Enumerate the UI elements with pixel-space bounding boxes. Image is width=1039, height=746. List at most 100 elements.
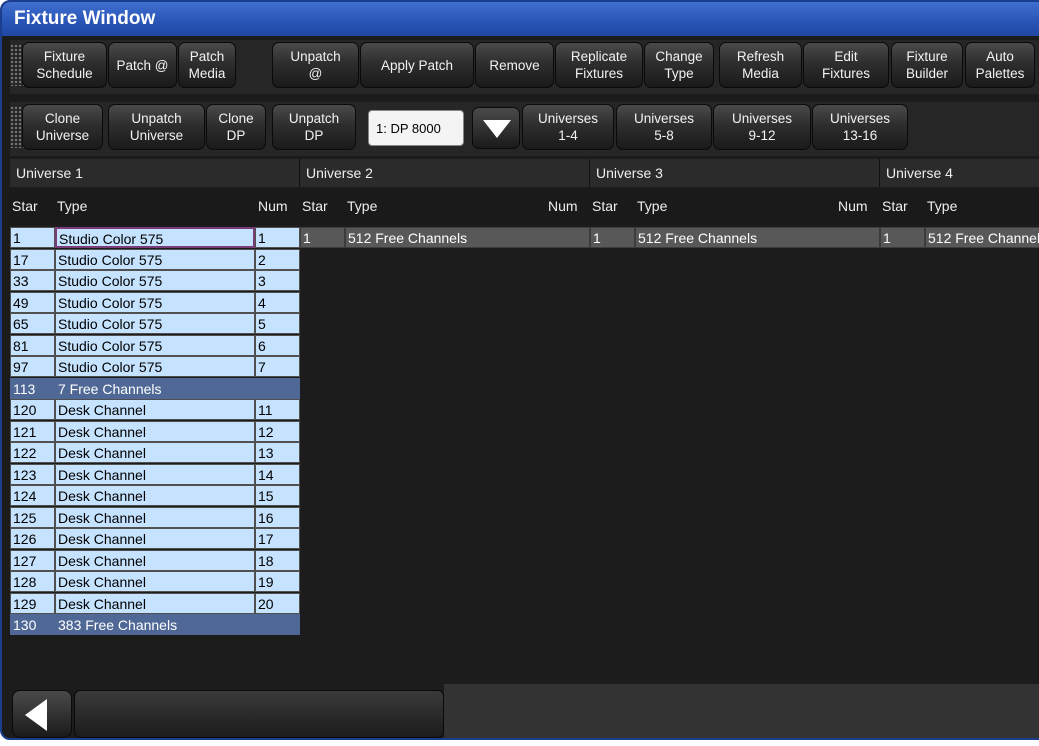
patch-row[interactable]: 120 Desk Channel 11	[10, 399, 300, 420]
column-header-start[interactable]: Star	[302, 187, 328, 225]
cell-num: 12	[255, 420, 300, 442]
column-header-num[interactable]: Num	[838, 187, 868, 225]
unpatch-universe-button[interactable]: Unpatch Universe	[108, 104, 205, 150]
cell-num: 20	[255, 592, 300, 614]
patch-row[interactable]: 121 Desk Channel 12	[10, 420, 300, 442]
patch-row[interactable]: 17 Studio Color 575 2	[10, 248, 300, 270]
patch-row[interactable]: 113 7 Free Channels	[10, 377, 300, 399]
patch-row[interactable]: 127 Desk Channel 18	[10, 549, 300, 571]
cell-start: 49	[10, 291, 55, 313]
universe-header: Universe 4	[880, 159, 1039, 187]
patch-row[interactable]: 65 Studio Color 575 5	[10, 313, 300, 334]
chevron-down-icon	[483, 120, 511, 138]
unpatch-dp-button[interactable]: Unpatch DP	[272, 104, 356, 150]
cell-start: 121	[10, 420, 55, 442]
patch-row[interactable]: 49 Studio Color 575 4	[10, 291, 300, 313]
unpatch-at-button[interactable]: Unpatch @	[272, 42, 359, 88]
replicate-fixtures-button[interactable]: Replicate Fixtures	[555, 42, 643, 88]
cell-num: 18	[255, 549, 300, 571]
cell-start: 129	[10, 592, 55, 614]
dp-dropdown-button[interactable]	[472, 107, 520, 149]
column-header-type[interactable]: Type	[927, 187, 957, 225]
auto-palettes-button[interactable]: Auto Palettes	[965, 42, 1035, 88]
cell-type: Studio Color 575	[55, 313, 255, 334]
universes-1-4-button[interactable]: Universes 1-4	[522, 104, 614, 150]
patch-row[interactable]: 81 Studio Color 575 6	[10, 334, 300, 356]
column-header-num[interactable]: Num	[548, 187, 578, 225]
universes-5-8-button[interactable]: Universes 5-8	[616, 104, 712, 150]
cell-num: 6	[255, 334, 300, 356]
change-type-button[interactable]: Change Type	[644, 42, 714, 88]
patch-row[interactable]: 1 Studio Color 575 1	[10, 227, 300, 248]
patch-row[interactable]: 128 Desk Channel 19	[10, 571, 300, 592]
column-header-start[interactable]: Star	[12, 187, 38, 225]
dp-select[interactable]: 1: DP 8000	[368, 110, 464, 146]
cell-start: 130	[10, 614, 55, 635]
column-header-type[interactable]: Type	[347, 187, 377, 225]
column-header-num[interactable]: Num	[258, 187, 288, 225]
refresh-media-button[interactable]: Refresh Media	[719, 42, 802, 88]
patch-media-button[interactable]: Patch Media	[178, 42, 236, 88]
horizontal-scrollbar[interactable]	[74, 690, 444, 738]
patch-row[interactable]: 129 Desk Channel 20	[10, 592, 300, 614]
clone-dp-button[interactable]: Clone DP	[206, 104, 266, 150]
cell-type: Desk Channel	[55, 399, 255, 420]
universe-header: Universe 3	[590, 159, 880, 187]
patch-row[interactable]: 33 Studio Color 575 3	[10, 270, 300, 291]
cell-start: 127	[10, 549, 55, 571]
patch-row[interactable]: 1 512 Free Channels	[880, 227, 1039, 248]
scroll-left-button[interactable]	[12, 690, 72, 738]
patch-row[interactable]: 122 Desk Channel 13	[10, 442, 300, 463]
cell-type: 7 Free Channels	[55, 377, 300, 399]
cell-start: 33	[10, 270, 55, 291]
patch-row[interactable]: 130 383 Free Channels	[10, 614, 300, 635]
universes-13-16-button[interactable]: Universes 13-16	[812, 104, 908, 150]
edit-fixtures-button[interactable]: Edit Fixtures	[803, 42, 889, 88]
remove-button[interactable]: Remove	[475, 42, 554, 88]
cell-type: Studio Color 575	[55, 291, 255, 313]
patch-row[interactable]: 1 512 Free Channels	[300, 227, 590, 248]
patch-row[interactable]: 125 Desk Channel 16	[10, 506, 300, 528]
apply-patch-button[interactable]: Apply Patch	[360, 42, 474, 88]
cell-num: 5	[255, 313, 300, 334]
column-header-start[interactable]: Star	[882, 187, 908, 225]
clone-universe-button[interactable]: Clone Universe	[22, 104, 103, 150]
cell-type: 383 Free Channels	[55, 614, 300, 635]
cell-start: 113	[10, 377, 55, 399]
cell-type: Desk Channel	[55, 420, 255, 442]
patch-row[interactable]: 1 512 Free Channels	[590, 227, 880, 248]
fixture-builder-button[interactable]: Fixture Builder	[891, 42, 963, 88]
patch-row[interactable]: 124 Desk Channel 15	[10, 485, 300, 506]
cell-num: 13	[255, 442, 300, 463]
cell-type: Studio Color 575	[55, 248, 255, 270]
patch-at-button[interactable]: Patch @	[108, 42, 177, 88]
bottom-bar	[2, 684, 1039, 738]
cell-start: 17	[10, 248, 55, 270]
column-header-type[interactable]: Type	[637, 187, 667, 225]
patch-row[interactable]: 97 Studio Color 575 7	[10, 356, 300, 377]
cell-start: 120	[10, 399, 55, 420]
column-header-type[interactable]: Type	[57, 187, 87, 225]
fixture-schedule-button[interactable]: Fixture Schedule	[22, 42, 107, 88]
cell-start: 81	[10, 334, 55, 356]
fixture-window: Fixture Window Fixture Schedule Patch @ Pa…	[0, 0, 1039, 746]
cell-num: 14	[255, 463, 300, 485]
cell-num: 16	[255, 506, 300, 528]
cell-num: 19	[255, 571, 300, 592]
cell-type: Desk Channel	[55, 442, 255, 463]
column-header-start[interactable]: Star	[592, 187, 618, 225]
cell-type: Desk Channel	[55, 592, 255, 614]
cell-start: 65	[10, 313, 55, 334]
cell-start: 1	[10, 227, 55, 248]
patch-row[interactable]: 123 Desk Channel 14	[10, 463, 300, 485]
patch-row[interactable]: 126 Desk Channel 17	[10, 528, 300, 549]
arrow-left-icon	[25, 699, 47, 731]
window-title: Fixture Window	[2, 2, 1039, 36]
universes-9-12-button[interactable]: Universes 9-12	[713, 104, 811, 150]
cell-type: Studio Color 575	[55, 356, 255, 377]
bottom-bar-empty-area	[444, 684, 1039, 738]
cell-num: 11	[255, 399, 300, 420]
cell-num: 7	[255, 356, 300, 377]
cell-num: 15	[255, 485, 300, 506]
cell-start: 97	[10, 356, 55, 377]
